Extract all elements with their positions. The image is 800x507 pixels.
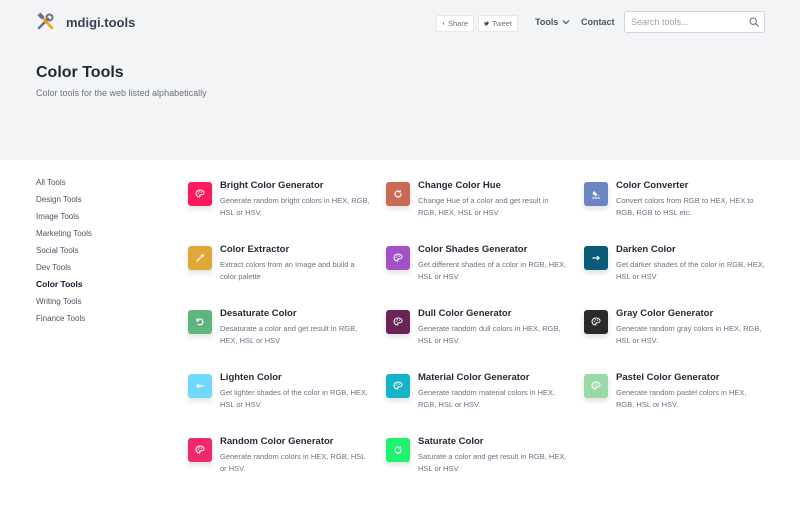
tool-description: Generate random colors in HEX, RGB, HSL … (220, 452, 366, 473)
tool-card[interactable]: Random Color Generator Generate random co… (188, 436, 378, 492)
palette-icon (393, 381, 403, 390)
tool-title[interactable]: Change Color Hue (418, 180, 501, 191)
tool-title[interactable]: Color Extractor (220, 244, 289, 255)
tool-card[interactable]: Lighten Color Get lighter shades of the c… (188, 372, 378, 428)
chevron-down-icon (562, 20, 570, 25)
tool-icon-box[interactable] (188, 374, 212, 398)
tool-title[interactable]: Darken Color (616, 244, 676, 255)
search-box[interactable] (624, 11, 765, 33)
tool-card[interactable]: Color Shades Generator Get different shad… (386, 244, 576, 300)
nav-tools-label: Tools (535, 17, 559, 27)
tool-icon-box[interactable] (386, 374, 410, 398)
tool-icon-box[interactable] (584, 310, 608, 334)
nav-contact-link[interactable]: Contact (581, 17, 615, 27)
tool-title[interactable]: Gray Color Generator (616, 308, 713, 319)
sidebar-item-social-tools[interactable]: Social Tools (36, 245, 156, 262)
tool-card[interactable]: Gray Color Generator Generate random gray… (584, 308, 774, 364)
tool-description: Get different shades of a color in RGB, … (418, 260, 567, 281)
tool-description: Generate random gray colors in HEX, RGB,… (616, 324, 762, 345)
category-sidebar: All Tools Design Tools Image Tools Marke… (36, 177, 156, 330)
facebook-icon (442, 22, 445, 25)
tool-description: Convert colors from RGB to HEX, HEX to R… (616, 196, 754, 217)
page-subtitle: Color tools for the web listed alphabeti… (36, 88, 207, 98)
tool-card[interactable]: Saturate Color Saturate a color and get r… (386, 436, 576, 492)
tweet-button[interactable]: Tweet (478, 15, 518, 32)
sidebar-item-all-tools[interactable]: All Tools (36, 177, 156, 194)
tool-card[interactable]: Bright Color Generator Generate random br… (188, 180, 378, 236)
tool-icon-box[interactable] (386, 310, 410, 334)
tool-icon-box[interactable] (386, 182, 410, 206)
page-title: Color Tools (36, 64, 124, 81)
palette-icon (591, 317, 601, 326)
tool-card[interactable]: Pastel Color Generator Generate random pa… (584, 372, 774, 428)
tool-description: Generate random dull colors in HEX, RGB,… (418, 324, 561, 345)
sidebar-item-color-tools[interactable]: Color Tools (36, 279, 156, 296)
tool-title[interactable]: Dull Color Generator (418, 308, 511, 319)
tool-title[interactable]: Desaturate Color (220, 308, 297, 319)
tool-icon-box[interactable] (584, 182, 608, 206)
wave-divider (0, 100, 800, 148)
tool-icon-box[interactable] (584, 246, 608, 270)
share-button[interactable]: Share (436, 15, 474, 32)
tool-title[interactable]: Lighten Color (220, 372, 282, 383)
tool-title[interactable]: Material Color Generator (418, 372, 529, 383)
tool-description: Generate random pastel colors in HEX, RG… (616, 388, 747, 409)
brand-name[interactable]: mdigi.tools (66, 15, 135, 30)
tool-card[interactable]: Desaturate Color Desaturate a color and g… (188, 308, 378, 364)
tool-icon-box[interactable] (188, 438, 212, 462)
tool-description: Get darker shades of the color in RGB, H… (616, 260, 765, 281)
tools-logo-icon[interactable] (36, 12, 56, 32)
palette-icon (195, 445, 205, 454)
tool-title[interactable]: Saturate Color (418, 436, 483, 447)
tool-title[interactable]: Color Shades Generator (418, 244, 527, 255)
tool-icon-box[interactable] (188, 310, 212, 334)
tool-icon-box[interactable] (386, 246, 410, 270)
tool-card[interactable]: Color Converter Convert colors from RGB t… (584, 180, 774, 236)
tool-description: Generate random bright colors in HEX, RG… (220, 196, 370, 217)
sidebar-item-image-tools[interactable]: Image Tools (36, 211, 156, 228)
sidebar-item-marketing-tools[interactable]: Marketing Tools (36, 228, 156, 245)
search-input[interactable] (631, 15, 746, 29)
rotate-ccw-icon (195, 318, 204, 326)
top-header: mdigi.tools Share Tweet Tools Contact (0, 0, 800, 44)
twitter-icon (484, 21, 489, 26)
tweet-label: Tweet (491, 19, 512, 28)
sidebar-item-writing-tools[interactable]: Writing Tools (36, 296, 156, 313)
palette-icon (393, 317, 403, 326)
tool-description: Saturate a color and get result in RGB, … (418, 452, 567, 473)
sidebar-item-design-tools[interactable]: Design Tools (36, 194, 156, 211)
tool-title[interactable]: Random Color Generator (220, 436, 334, 447)
palette-icon (591, 381, 601, 390)
tool-icon-box[interactable] (188, 246, 212, 270)
tool-card[interactable]: Dull Color Generator Generate random dull… (386, 308, 576, 364)
tool-card[interactable]: Darken Color Get darker shades of the col… (584, 244, 774, 300)
nav-tools-dropdown[interactable]: Tools (535, 17, 570, 27)
palette-icon (393, 253, 403, 262)
tool-card[interactable]: Change Color Hue Change Hue of a color an… (386, 180, 576, 236)
tool-description: Desaturate a color and get result in RGB… (220, 324, 358, 345)
sidebar-item-dev-tools[interactable]: Dev Tools (36, 262, 156, 279)
tool-description: Generate random material colors in HEX, … (418, 388, 556, 409)
tool-description: Get lighter shades of the color in RGB, … (220, 388, 368, 409)
tool-icon-box[interactable] (584, 374, 608, 398)
arrow-left-icon (195, 383, 204, 389)
sidebar-item-finance-tools[interactable]: Finance Tools (36, 313, 156, 330)
paint-bucket-icon (592, 191, 600, 199)
tool-card[interactable]: Material Color Generator Generate random … (386, 372, 576, 428)
share-label: Share (447, 19, 468, 28)
arrow-right-icon (592, 255, 601, 261)
tool-title[interactable]: Bright Color Generator (220, 180, 323, 191)
tool-title[interactable]: Pastel Color Generator (616, 372, 719, 383)
tool-icon-box[interactable] (188, 182, 212, 206)
tool-card[interactable]: Color Extractor Extract colors from an Im… (188, 244, 378, 300)
eyedropper-icon (196, 254, 205, 262)
palette-icon (195, 189, 205, 198)
rotate-cw-icon (394, 190, 402, 198)
tool-description: Change Hue of a color and get result in … (418, 196, 549, 217)
search-icon[interactable] (749, 17, 759, 27)
tool-title[interactable]: Color Converter (616, 180, 688, 191)
tool-description: Extract colors from an Image and build a… (220, 260, 355, 281)
rotate-cw-icon (394, 446, 402, 454)
tool-icon-box[interactable] (386, 438, 410, 462)
